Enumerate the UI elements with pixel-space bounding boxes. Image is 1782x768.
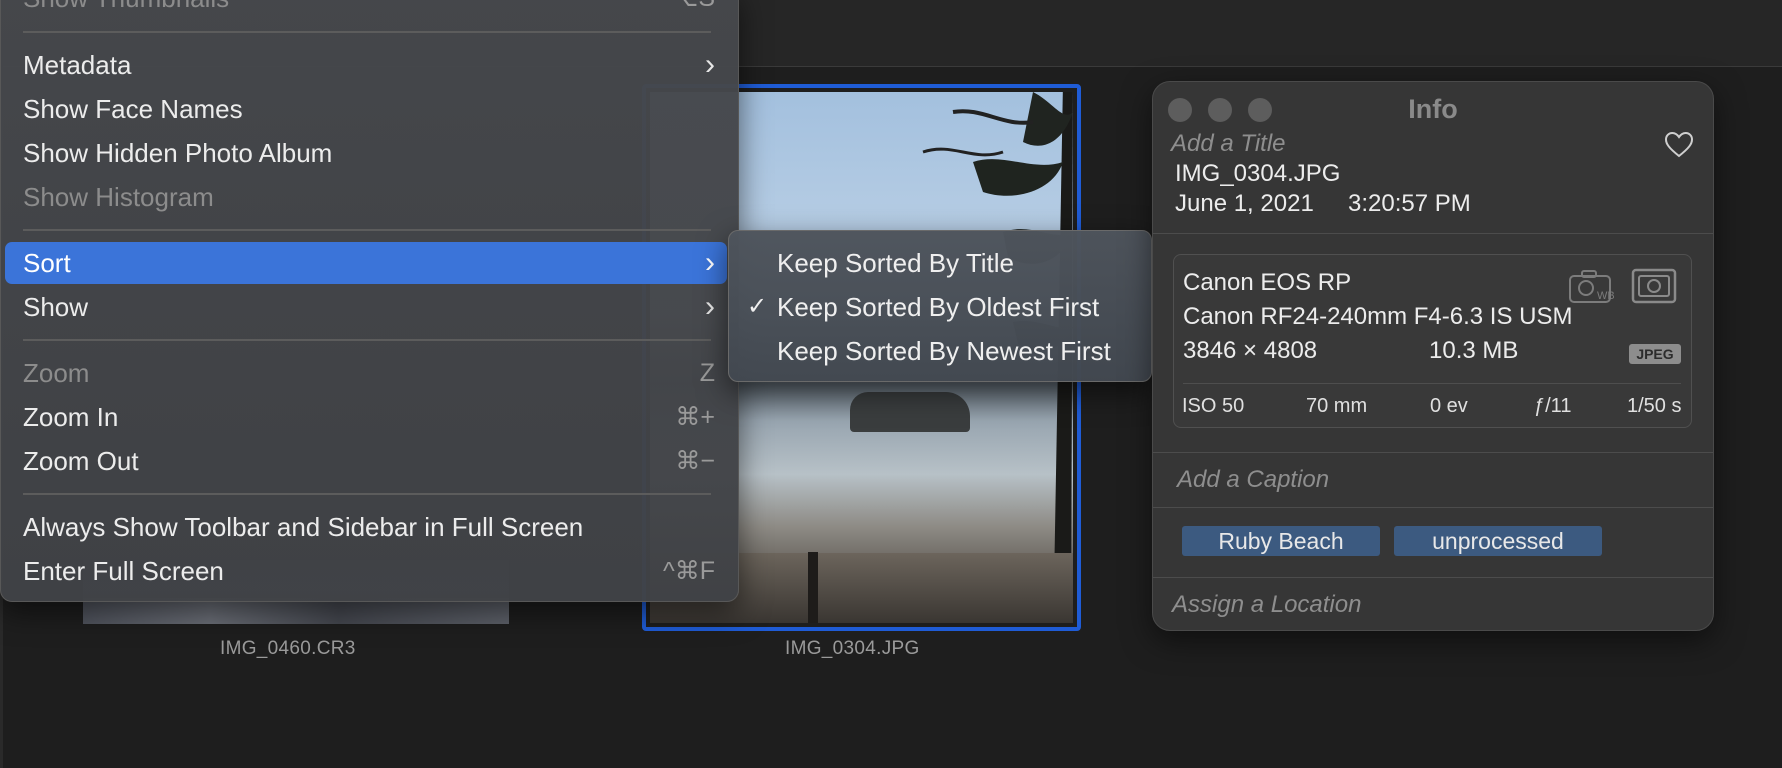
exif-aperture: ƒ/11 (1534, 395, 1572, 417)
menu-item-always-show-toolbar[interactable]: Always Show Toolbar and Sidebar in Full … (5, 506, 727, 548)
menu-item-sort[interactable]: Sort › (5, 242, 727, 284)
menu-item-label: Metadata (23, 50, 132, 80)
keyword-tag[interactable]: unprocessed (1394, 526, 1602, 556)
menu-separator (23, 493, 711, 495)
menu-shortcut: ⌘+ (675, 403, 715, 431)
thumbnail-filename-left: IMG_0460.CR3 (220, 638, 356, 659)
view-menu: Show Thumbnails ⌥S Metadata › Show Face … (0, 0, 739, 602)
thumbnail-filename-selected: IMG_0304.JPG (785, 638, 920, 659)
chevron-right-icon: › (705, 48, 715, 81)
menu-item-show-hidden-photo-album[interactable]: Show Hidden Photo Album (5, 132, 727, 174)
menu-item-zoom-out[interactable]: Zoom Out ⌘− (5, 440, 727, 482)
submenu-item-label: Keep Sorted By Oldest First (777, 292, 1100, 322)
sea-stacks (850, 392, 970, 432)
menu-shortcut: Z (699, 359, 715, 387)
menu-separator (23, 339, 711, 341)
metering-mode-icon (1631, 268, 1677, 304)
menu-shortcut: ⌥S (670, 0, 715, 19)
menu-item-label: Enter Full Screen (23, 556, 224, 586)
menu-item-label: Sort (23, 248, 71, 278)
chevron-right-icon: › (705, 246, 715, 279)
checkmark-icon: ✓ (747, 293, 768, 320)
menu-item-enter-full-screen[interactable]: Enter Full Screen ^⌘F (5, 550, 727, 592)
info-separator (1153, 507, 1713, 508)
file-size: 10.3 MB (1429, 337, 1519, 364)
camera-box-separator (1183, 383, 1681, 384)
menu-shortcut: ⌘− (675, 447, 715, 475)
exif-iso: ISO 50 (1182, 395, 1245, 417)
info-filename: IMG_0304.JPG (1175, 160, 1341, 187)
info-separator (1153, 577, 1713, 578)
menu-item-label: Show Histogram (23, 182, 214, 212)
format-badge: JPEG (1629, 344, 1681, 364)
info-time: 3:20:57 PM (1348, 190, 1471, 217)
lens-model: Canon RF24-240mm F4-6.3 IS USM (1183, 303, 1573, 330)
info-date: June 1, 2021 (1175, 190, 1314, 217)
menu-item-label: Show Face Names (23, 94, 243, 124)
exif-focal-length: 70 mm (1306, 395, 1368, 417)
menu-separator (23, 31, 711, 33)
menu-item-label: Zoom In (23, 402, 119, 432)
info-separator (1153, 452, 1713, 453)
info-window: Info Add a Title IMG_0304.JPG June 1, 20… (1152, 81, 1714, 631)
location-field[interactable]: Assign a Location (1172, 591, 1361, 619)
chevron-right-icon: › (705, 290, 715, 323)
exif-exposure-bias: 0 ev (1430, 395, 1468, 417)
title-field[interactable]: Add a Title (1171, 130, 1286, 158)
submenu-item-label: Keep Sorted By Title (777, 248, 1015, 278)
menu-separator (23, 229, 711, 231)
menu-item-show-histogram[interactable]: Show Histogram (5, 176, 727, 218)
caption-field[interactable]: Add a Caption (1177, 466, 1329, 494)
menu-item-label: Show (23, 292, 89, 322)
submenu-item-label: Keep Sorted By Newest First (777, 336, 1111, 366)
keyword-tag[interactable]: Ruby Beach (1182, 526, 1380, 556)
exif-shutter-speed: 1/50 s (1627, 395, 1682, 417)
menu-item-show-thumbnails[interactable]: Show Thumbnails ⌥S (5, 0, 727, 19)
submenu-item-sort-oldest-first[interactable]: ✓ Keep Sorted By Oldest First (729, 285, 1149, 329)
heart-icon[interactable] (1665, 132, 1693, 158)
camera-model: Canon EOS RP (1183, 269, 1352, 296)
menu-item-label: Show Hidden Photo Album (23, 138, 333, 168)
driftwood-stump (808, 552, 818, 623)
image-dimensions: 3846 × 4808 (1183, 337, 1318, 364)
info-window-title: Info (1408, 94, 1458, 124)
submenu-item-sort-by-title[interactable]: Keep Sorted By Title (729, 241, 1149, 285)
menu-item-zoom-in[interactable]: Zoom In ⌘+ (5, 396, 727, 438)
menu-item-label: Always Show Toolbar and Sidebar in Full … (23, 512, 584, 542)
menu-item-show-face-names[interactable]: Show Face Names (5, 88, 727, 130)
sort-submenu: Keep Sorted By Title ✓ Keep Sorted By Ol… (728, 230, 1152, 382)
menu-item-metadata[interactable]: Metadata › (5, 44, 727, 86)
white-balance-camera-icon: WB (1569, 270, 1614, 303)
menu-item-label: Show Thumbnails (23, 0, 229, 13)
menu-shortcut: ^⌘F (662, 557, 715, 585)
wb-label: WB (1597, 290, 1614, 302)
menu-item-show[interactable]: Show › (5, 286, 727, 328)
menu-item-label: Zoom (23, 358, 90, 388)
info-separator (1153, 233, 1713, 234)
menu-item-zoom[interactable]: Zoom Z (5, 352, 727, 394)
submenu-item-sort-newest-first[interactable]: Keep Sorted By Newest First (729, 329, 1149, 373)
menu-item-label: Zoom Out (23, 446, 139, 476)
